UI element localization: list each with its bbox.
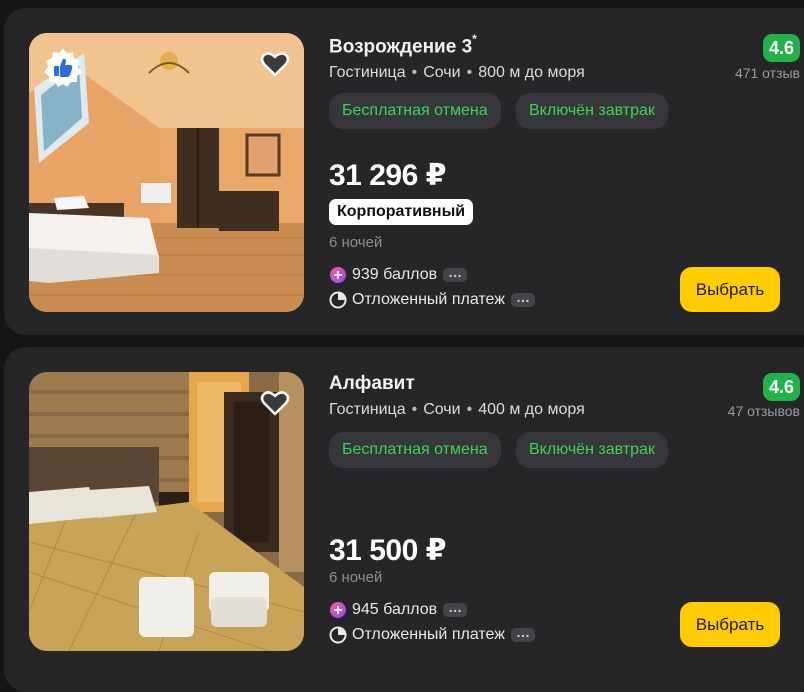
price: 31 296 ₽ [329, 159, 446, 192]
clock-payment-icon [329, 291, 347, 309]
reviews-count[interactable]: 471 отзыв [735, 65, 800, 81]
hotel-meta: Гостиница • Сочи • 800 м до моря [329, 64, 585, 81]
hotel-name[interactable]: Алфавит [329, 373, 415, 395]
more-info-button[interactable]: … [443, 265, 468, 282]
more-info-button[interactable]: … [510, 290, 535, 307]
nights-count: 6 ночей [329, 234, 383, 251]
bonus-points: 945 баллов… [329, 600, 468, 619]
tag-free-cancellation: Бесплатная отмена [329, 93, 501, 129]
deferred-payment: Отложенный платеж… [329, 625, 535, 644]
clock-payment-icon [329, 626, 347, 644]
hotel-meta: Гостиница • Сочи • 400 м до моря [329, 401, 585, 418]
thumbs-up-icon [43, 48, 83, 88]
plus-points-icon [329, 601, 347, 619]
hotel-photo[interactable] [29, 33, 304, 312]
hotel-card[interactable]: Возрождение 3* Гостиница • Сочи • 800 м до м… [4, 8, 804, 335]
tag-breakfast: Включён завтрак [516, 432, 668, 468]
more-info-button[interactable]: … [443, 600, 468, 617]
hotel-name[interactable]: Возрождение 3* [329, 32, 477, 58]
favorite-heart-icon[interactable] [260, 49, 290, 79]
select-button[interactable]: Выбрать [680, 602, 780, 647]
reviews-count[interactable]: 47 отзывов [728, 403, 800, 419]
tag-free-cancellation: Бесплатная отмена [329, 432, 501, 468]
rating-badge: 4.6 [762, 373, 800, 401]
favorite-heart-icon[interactable] [260, 388, 290, 418]
nights-count: 6 ночей [329, 569, 383, 586]
rating-badge: 4.6 [762, 34, 800, 62]
price: 31 500 ₽ [329, 534, 446, 567]
plus-points-icon [329, 266, 347, 284]
corporate-badge: Корпоративный [329, 199, 474, 225]
hotel-photo[interactable] [29, 372, 304, 651]
tag-breakfast: Включён завтрак [516, 93, 668, 129]
hotel-card[interactable]: Алфавит Гостиница • Сочи • 400 м до моря 4.6… [4, 347, 804, 692]
more-info-button[interactable]: … [510, 625, 535, 642]
deferred-payment: Отложенный платеж… [329, 290, 535, 309]
select-button[interactable]: Выбрать [680, 267, 780, 312]
bonus-points: 939 баллов… [329, 265, 468, 284]
